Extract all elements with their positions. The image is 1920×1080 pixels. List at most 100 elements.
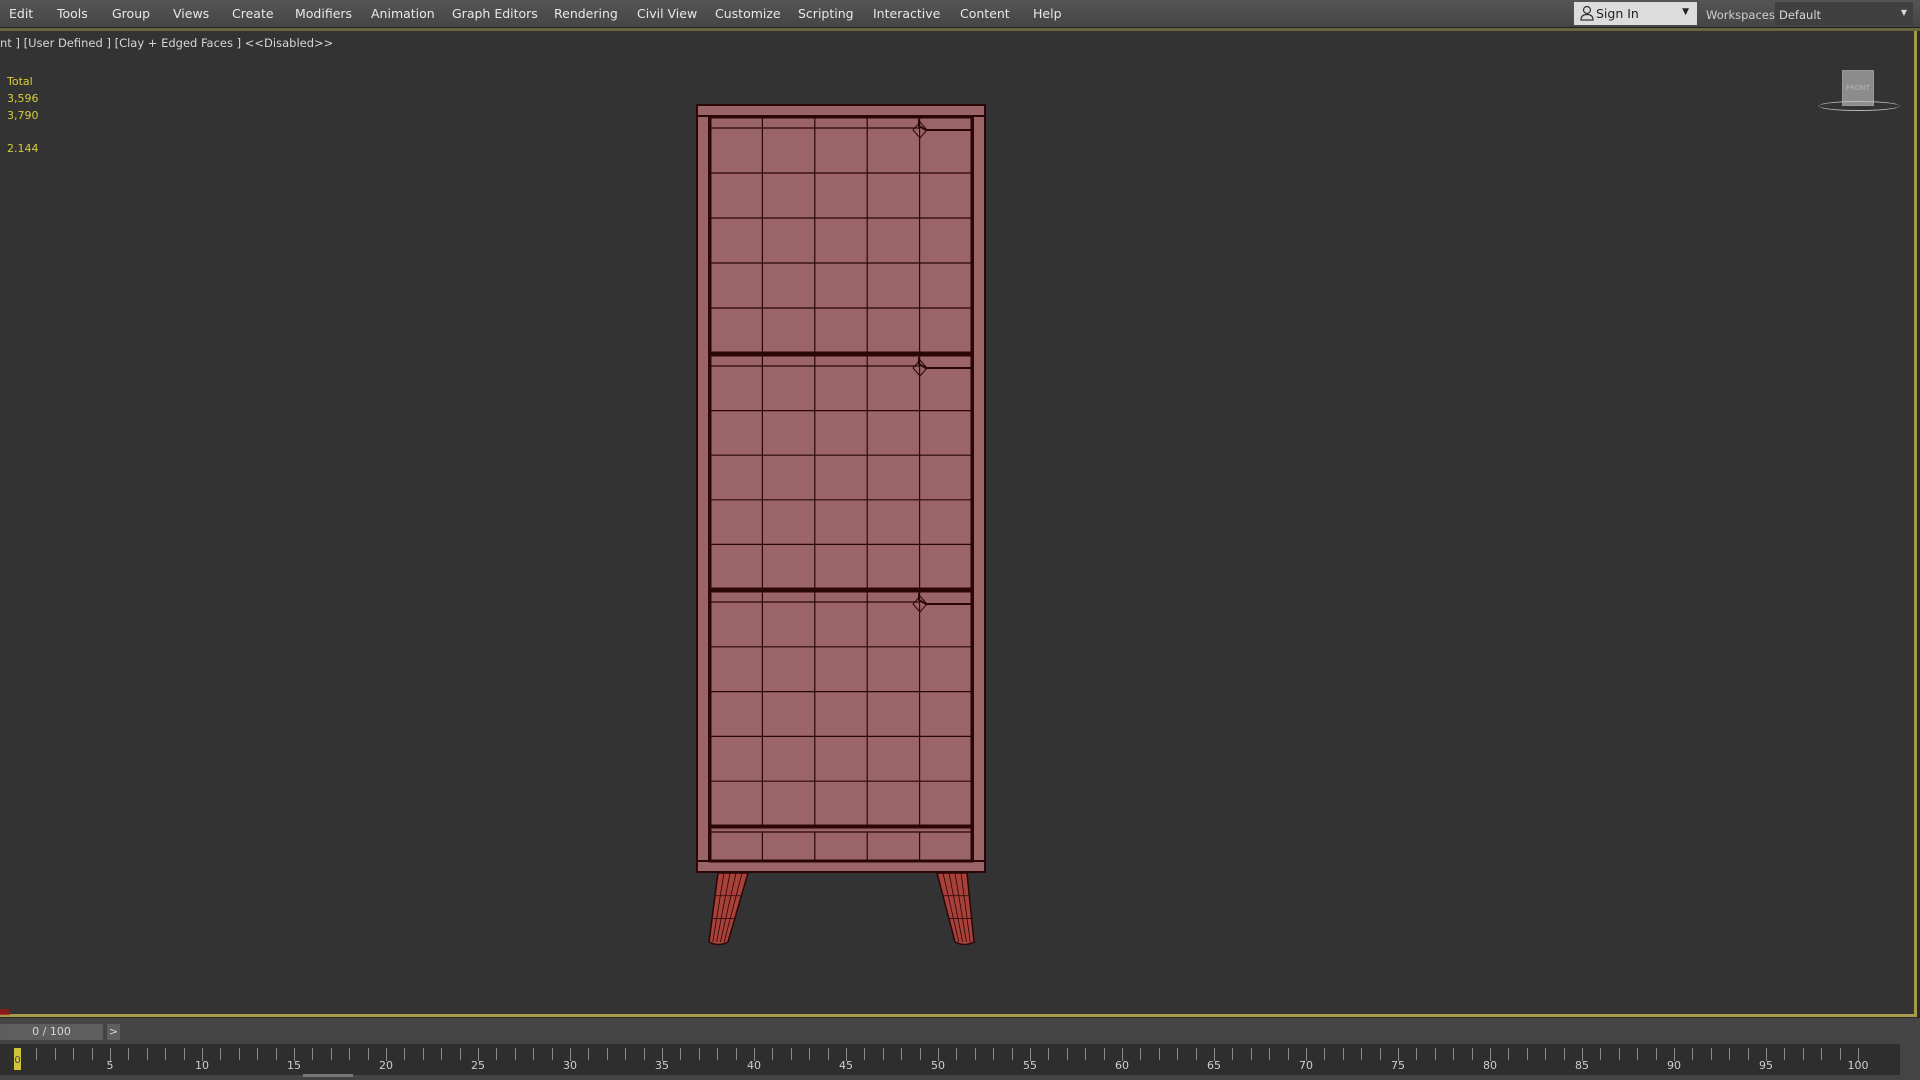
- frame-label: 90: [1667, 1059, 1681, 1072]
- frame-tick: [1342, 1048, 1344, 1060]
- frame-tick: [165, 1048, 167, 1060]
- frame-label: 60: [1115, 1059, 1129, 1072]
- frame-tick: [54, 1048, 56, 1060]
- frame-tick: [551, 1048, 553, 1060]
- frame-tick: [956, 1048, 958, 1060]
- frame-label: 30: [563, 1059, 577, 1072]
- frame-tick: [330, 1048, 332, 1060]
- frame-tick: [1453, 1048, 1455, 1060]
- frame-label: 55: [1023, 1059, 1037, 1072]
- frame-tick: [698, 1048, 700, 1060]
- frame-tick: [422, 1048, 424, 1060]
- frame-tick: [1802, 1048, 1804, 1060]
- frame-tick: [882, 1048, 884, 1060]
- frame-tick: [827, 1048, 829, 1060]
- frame-tick: [1729, 1048, 1731, 1060]
- frame-label: 95: [1759, 1059, 1773, 1072]
- frame-tick: [128, 1048, 130, 1060]
- frame-label: 75: [1391, 1059, 1405, 1072]
- frame-tick: [1269, 1048, 1271, 1060]
- frame-tick: [496, 1048, 498, 1060]
- frame-tick: [864, 1048, 866, 1060]
- frame-tick: [735, 1048, 737, 1060]
- frame-tick: [36, 1048, 38, 1060]
- frame-label: 80: [1483, 1059, 1497, 1072]
- frame-tick: [1692, 1048, 1694, 1060]
- frame-tick: [1011, 1048, 1013, 1060]
- frame-tick: [146, 1048, 148, 1060]
- frame-tick: [1195, 1048, 1197, 1060]
- cabinet-model[interactable]: [0, 0, 1920, 1080]
- frame-tick: [1471, 1048, 1473, 1060]
- frame-tick: [73, 1048, 75, 1060]
- frame-tick: [1655, 1048, 1657, 1060]
- frame-tick: [238, 1048, 240, 1060]
- frame-tick: [643, 1048, 645, 1060]
- frame-tick: [1563, 1048, 1565, 1060]
- frame-tick: [1526, 1048, 1528, 1060]
- frame-label: 65: [1207, 1059, 1221, 1072]
- leg-left: [708, 872, 749, 946]
- frame-tick: [1158, 1048, 1160, 1060]
- frame-label: 25: [471, 1059, 485, 1072]
- frame-tick: [1434, 1048, 1436, 1060]
- frame-tick: [220, 1048, 222, 1060]
- drawer-front: [708, 353, 974, 591]
- time-slider[interactable]: 0 / 100: [0, 1024, 103, 1040]
- time-slider-next-button[interactable]: >: [107, 1024, 120, 1040]
- cabinet-top: [696, 104, 986, 117]
- frame-tick: [1103, 1048, 1105, 1060]
- frame-tick: [974, 1048, 976, 1060]
- frame-tick: [1821, 1048, 1823, 1060]
- frame-label: 70: [1299, 1059, 1313, 1072]
- track-bar[interactable]: 5 10 15 20 25 30 35 40 45 50 55 60 65 70 75 80 85 90 95 100: [0, 1044, 1900, 1075]
- frame-label: 35: [655, 1059, 669, 1072]
- frame-tick: [1287, 1048, 1289, 1060]
- frame-tick: [993, 1048, 995, 1060]
- frame-tick: [514, 1048, 516, 1060]
- frame-tick: [588, 1048, 590, 1060]
- frame-tick: [257, 1048, 259, 1060]
- frame-tick: [1416, 1048, 1418, 1060]
- frame-label: 20: [379, 1059, 393, 1072]
- frame-tick: [1710, 1048, 1712, 1060]
- current-frame-marker[interactable]: 0: [14, 1048, 21, 1070]
- frame-tick: [1747, 1048, 1749, 1060]
- frame-tick: [1232, 1048, 1234, 1060]
- frame-tick: [717, 1048, 719, 1060]
- frame-tick: [275, 1048, 277, 1060]
- frame-label: 10: [195, 1059, 209, 1072]
- frame-tick: [1324, 1048, 1326, 1060]
- frame-label: 5: [106, 1059, 114, 1072]
- frame-tick: [1637, 1048, 1639, 1060]
- frame-tick: [459, 1048, 461, 1060]
- frame-label: 40: [747, 1059, 761, 1072]
- frame-label: 45: [839, 1059, 853, 1072]
- frame-tick: [533, 1048, 535, 1060]
- frame-tick: [901, 1048, 903, 1060]
- frame-tick: [1618, 1048, 1620, 1060]
- frame-tick: [809, 1048, 811, 1060]
- frame-tick: [1784, 1048, 1786, 1060]
- frame-tick: [367, 1048, 369, 1060]
- frame-label: 50: [931, 1059, 945, 1072]
- frame-tick: [312, 1048, 314, 1060]
- frame-tick: [1085, 1048, 1087, 1060]
- frame-label: 15: [287, 1059, 301, 1072]
- drawer-front: [708, 115, 974, 355]
- cabinet-bottom: [696, 860, 986, 873]
- frame-tick: [625, 1048, 627, 1060]
- frame-tick: [1361, 1048, 1363, 1060]
- frame-tick: [441, 1048, 443, 1060]
- frame-tick: [1379, 1048, 1381, 1060]
- frame-tick: [1600, 1048, 1602, 1060]
- timeline-scrollbar[interactable]: [303, 1074, 353, 1077]
- frame-tick: [1048, 1048, 1050, 1060]
- frame-tick: [1545, 1048, 1547, 1060]
- frame-tick: [606, 1048, 608, 1060]
- frame-tick: [183, 1048, 185, 1060]
- frame-tick: [680, 1048, 682, 1060]
- frame-tick: [404, 1048, 406, 1060]
- frame-tick: [349, 1048, 351, 1060]
- frame-tick: [1508, 1048, 1510, 1060]
